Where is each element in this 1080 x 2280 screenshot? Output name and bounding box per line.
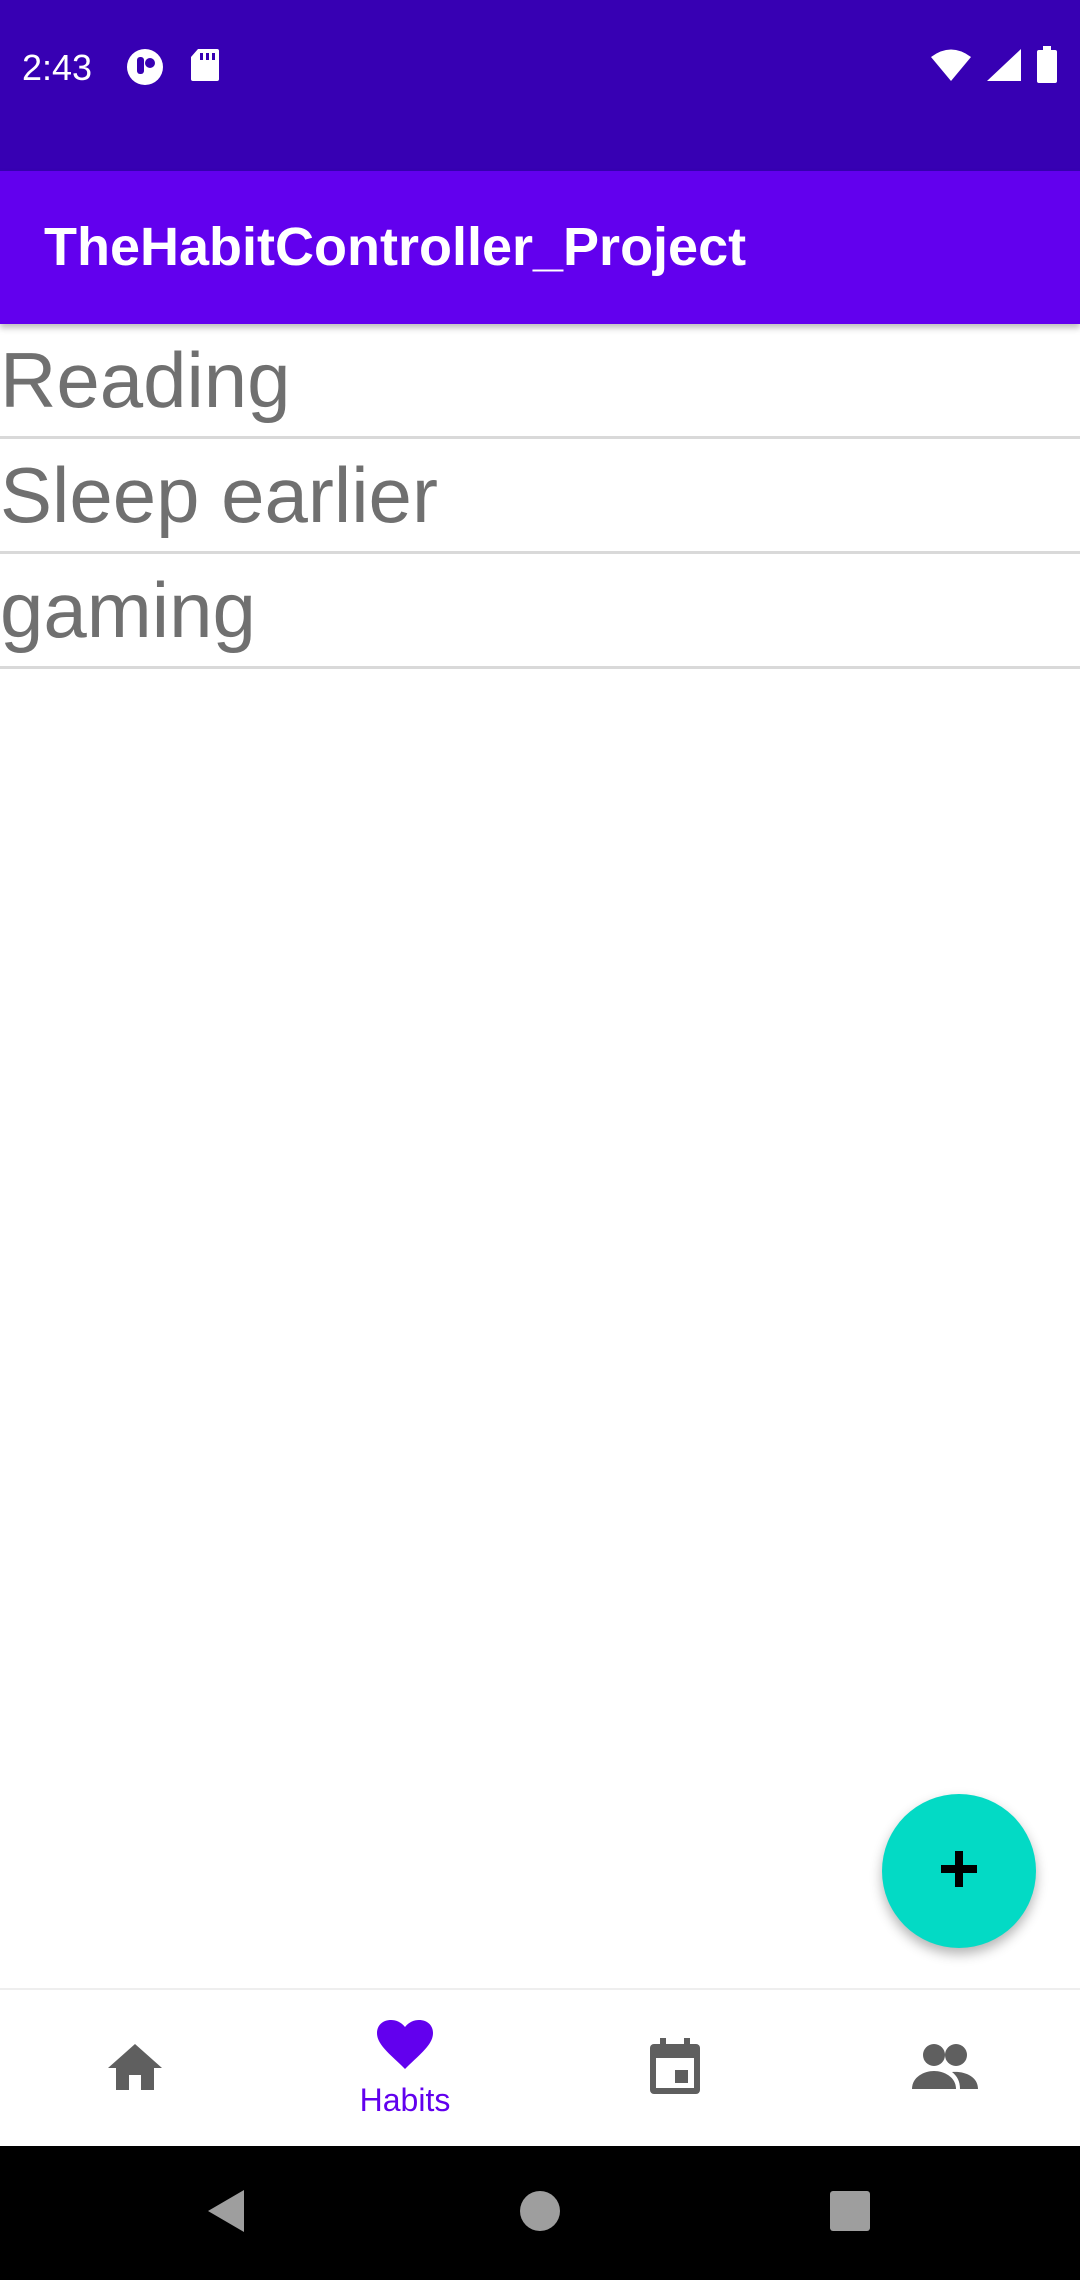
bottom-navigation: Habits: [0, 1988, 1080, 2148]
people-icon: [912, 2043, 978, 2096]
back-icon: [206, 2188, 246, 2239]
add-habit-button[interactable]: [882, 1794, 1036, 1948]
list-item[interactable]: gaming: [0, 554, 1080, 669]
system-navigation-bar: [0, 2146, 1080, 2280]
heart-icon: [376, 2019, 434, 2076]
home-icon: [106, 2042, 164, 2097]
app-title: TheHabitController_Project: [44, 217, 747, 277]
home-circle-icon: [519, 2190, 561, 2237]
t-app-icon: [126, 48, 164, 91]
app-bar: TheHabitController_Project: [0, 171, 1080, 324]
nav-item-habits[interactable]: Habits: [270, 1990, 540, 2148]
recents-button[interactable]: [790, 2146, 910, 2280]
back-button[interactable]: [166, 2146, 286, 2280]
nav-item-people[interactable]: [810, 1990, 1080, 2148]
battery-icon: [1036, 46, 1058, 89]
list-item[interactable]: Sleep earlier: [0, 439, 1080, 554]
recents-icon: [829, 2190, 871, 2237]
status-right-icons: [930, 46, 1058, 89]
wifi-icon: [930, 48, 972, 87]
sd-card-icon: [190, 48, 220, 91]
nav-label-habits: Habits: [359, 2082, 451, 2118]
signal-icon: [986, 48, 1022, 87]
plus-icon: [937, 1847, 981, 1896]
nav-item-calendar[interactable]: [540, 1990, 810, 2148]
status-time: 2:43: [22, 47, 93, 88]
nav-item-home[interactable]: [0, 1990, 270, 2148]
habit-list: Reading Sleep earlier gaming: [0, 324, 1080, 669]
status-left-icons: [126, 48, 220, 91]
calendar-icon: [648, 2037, 702, 2101]
home-button[interactable]: [480, 2146, 600, 2280]
status-bar: 2:43: [0, 0, 1080, 171]
list-item[interactable]: Reading: [0, 324, 1080, 439]
